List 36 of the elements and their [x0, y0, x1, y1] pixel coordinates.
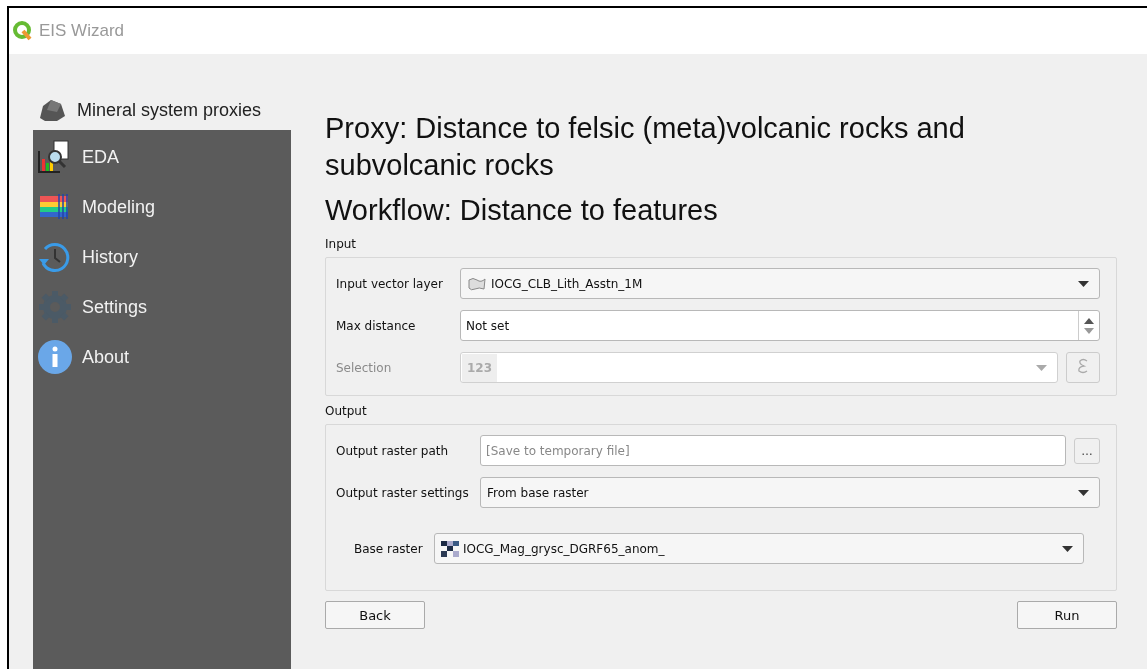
field-label: Output raster settings	[336, 485, 470, 500]
sidebar-item[interactable]: EDA	[33, 132, 291, 182]
polygon-layer-icon	[467, 276, 487, 291]
rock-icon	[37, 98, 67, 122]
field-label: Selection	[336, 360, 393, 375]
field-label: Input vector layer	[336, 276, 444, 291]
run-button[interactable]: Run	[1017, 601, 1117, 629]
q-logo-icon	[13, 21, 33, 41]
distance-spinbox[interactable]: Not set	[460, 310, 1100, 341]
sidebar-item[interactable]: History	[33, 232, 291, 282]
group-title: Output	[325, 404, 368, 418]
sidebar-item[interactable]: About	[33, 332, 291, 382]
path-field[interactable]: [Save to temporary file]	[480, 435, 1066, 466]
field-label: Output raster path	[336, 443, 450, 458]
group-title: Input	[325, 237, 358, 251]
field-label: Max distance	[336, 318, 417, 333]
caret-icon	[1062, 545, 1073, 552]
sidebar-item[interactable]: Modeling	[33, 182, 291, 232]
browse-button[interactable]: …	[1074, 437, 1100, 464]
settings-dropdown[interactable]: From base raster	[480, 477, 1100, 508]
spin-arrows-icon	[1084, 316, 1094, 335]
epsilon-icon	[1077, 358, 1089, 374]
caret-icon	[1036, 364, 1047, 371]
sidebar-item[interactable]: Settings	[33, 282, 291, 332]
raster-layer-icon	[441, 540, 459, 557]
caret-icon	[1078, 489, 1089, 496]
nav-header: Mineral system proxies	[77, 99, 262, 121]
field-label: Base raster	[354, 541, 424, 556]
window-title: EIS Wizard	[39, 21, 125, 41]
back-button[interactable]: Back	[325, 601, 425, 629]
layer-dropdown[interactable]: IOCG_CLB_Lith_Asstn_1M	[460, 268, 1100, 299]
workflow-heading: Workflow: Distance to features	[325, 193, 719, 228]
info-icon	[37, 339, 73, 375]
raster-dropdown[interactable]: IOCG_Mag_grysc_DGRF65_anom_	[434, 533, 1084, 564]
caret-icon	[1078, 280, 1089, 287]
proxy-heading: Proxy: Distance to felsic (meta)volcanic rocks and subvolcanic rocks	[325, 111, 966, 183]
